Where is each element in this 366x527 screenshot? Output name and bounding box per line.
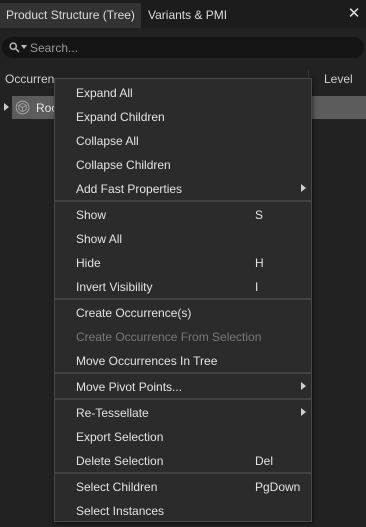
menu-item-label: Collapse All [76,134,139,148]
menu-item-label: Expand Children [76,110,165,124]
menu-item-add-fast-properties[interactable]: Add Fast Properties [55,176,311,200]
menu-item-label: Select Instances [76,504,165,518]
menu-item-collapse-all[interactable]: Collapse All [55,128,311,152]
menu-item-label: Move Occurrences In Tree [76,354,218,368]
menu-item-export-selection[interactable]: Export Selection [55,424,311,448]
menu-item-shortcut: S [255,208,264,222]
menu-item-move-occurrences-in-tree[interactable]: Move Occurrences In Tree [55,348,311,372]
submenu-arrow-icon [301,184,306,192]
menu-item-label: Re-Tessellate [76,406,149,420]
menu-item-label: Hide [76,256,101,270]
menu-item-show[interactable]: Show S [55,202,311,226]
menu-item-label: Add Fast Properties [76,182,183,196]
menu-item-move-pivot-points[interactable]: Move Pivot Points... [55,374,311,398]
menu-item-label: Show All [76,232,123,246]
tab-bar: Product Structure (Tree) Variants & PMI … [0,0,366,28]
menu-item-label: Create Occurrence(s) [76,306,192,320]
menu-item-delete-selection[interactable]: Delete Selection Del [55,448,311,472]
menu-item-shortcut: Del [255,454,274,468]
menu-item-select-instances[interactable]: Select Instances [55,498,311,522]
close-icon[interactable]: ✕ [346,5,362,23]
menu-item-expand-children[interactable]: Expand Children [55,104,311,128]
menu-item-hide[interactable]: Hide H [55,250,311,274]
column-header-level[interactable]: Level [324,72,353,86]
tab-product-structure[interactable]: Product Structure (Tree) [0,3,141,28]
menu-item-show-all[interactable]: Show All [55,226,311,250]
column-header-occurrence[interactable]: Occurren [5,72,54,86]
cube-icon [15,100,30,115]
menu-item-label: Export Selection [76,430,164,444]
menu-item-label: Create Occurrence From Selection [76,330,262,344]
menu-item-shortcut: PgDown [255,480,301,494]
menu-item-re-tessellate[interactable]: Re-Tessellate [55,400,311,424]
search-input[interactable] [30,39,350,56]
search-bar [2,37,364,58]
menu-item-label: Expand All [76,86,133,100]
menu-item-create-occurrence-s[interactable]: Create Occurrence(s) [55,300,311,324]
submenu-arrow-icon [301,408,306,416]
menu-item-shortcut: H [255,256,264,270]
menu-item-label: Delete Selection [76,454,164,468]
context-menu: Expand All Expand Children Collapse All Col… [54,78,312,522]
search-icon[interactable] [9,42,20,53]
menu-item-invert-visibility[interactable]: Invert Visibility I [55,274,311,298]
expand-arrow-icon[interactable] [4,103,9,111]
menu-item-collapse-children[interactable]: Collapse Children [55,152,311,176]
menu-item-select-children[interactable]: Select Children PgDown [55,474,311,498]
search-dropdown-caret-icon[interactable] [21,45,27,49]
menu-item-label: Show [76,208,107,222]
menu-item-shortcut: I [255,280,259,294]
submenu-arrow-icon [301,382,306,390]
menu-item-expand-all[interactable]: Expand All [55,80,311,104]
menu-item-label: Collapse Children [76,158,171,172]
tab-variants-pmi[interactable]: Variants & PMI [142,3,233,28]
menu-item-label: Select Children [76,480,158,494]
menu-item-label: Invert Visibility [76,280,153,294]
menu-item-create-occurrence-from-selection: Create Occurrence From Selection [55,324,311,348]
menu-item-label: Move Pivot Points... [76,380,183,394]
